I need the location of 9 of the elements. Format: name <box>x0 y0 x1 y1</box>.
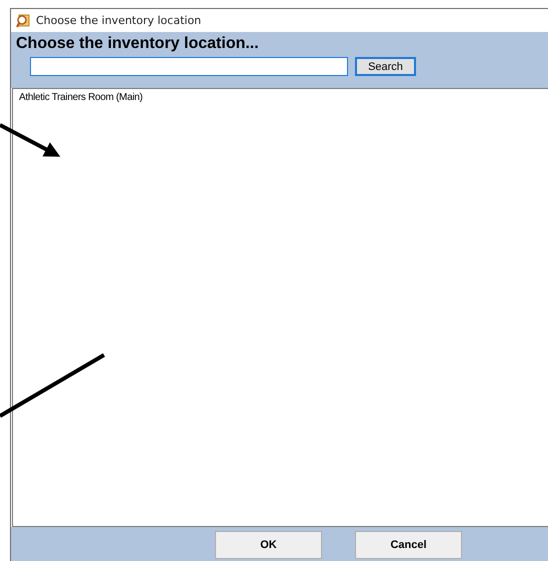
search-button[interactable]: Search <box>355 57 416 76</box>
magnifier-icon <box>16 14 30 28</box>
list-item[interactable]: Athletic Trainers Room (Main) <box>19 92 143 103</box>
dialog-heading: Choose the inventory location... <box>16 35 260 53</box>
cancel-button[interactable]: Cancel <box>355 531 462 559</box>
search-field[interactable] <box>30 57 348 76</box>
arrow <box>0 123 60 157</box>
window-title: Choose the inventory location <box>36 14 202 27</box>
ok-button[interactable]: OK <box>215 531 322 559</box>
